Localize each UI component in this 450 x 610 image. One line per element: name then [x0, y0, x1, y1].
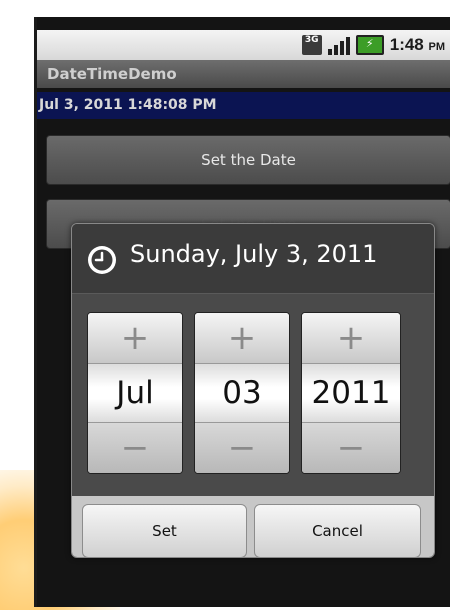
datetime-label: Jul 3, 2011 1:48:08 PM: [37, 92, 450, 119]
status-time: 1:48 PM: [390, 35, 445, 55]
day-increment-button[interactable]: +: [195, 313, 289, 364]
date-pickers: + Jul − + 03 − + 2011 −: [72, 294, 434, 496]
clock-icon: [88, 246, 116, 274]
cancel-button[interactable]: Cancel: [254, 504, 421, 557]
month-value[interactable]: Jul: [88, 364, 182, 422]
app-title-bar: DateTimeDemo: [37, 60, 450, 88]
signal-icon: [327, 35, 350, 55]
year-increment-button[interactable]: +: [302, 313, 400, 364]
day-value[interactable]: 03: [195, 364, 289, 422]
status-bar: 3G ⚡ 1:48 PM: [37, 30, 450, 60]
month-picker: + Jul −: [87, 312, 183, 474]
day-decrement-button[interactable]: −: [195, 422, 289, 473]
set-date-button[interactable]: Set the Date: [46, 135, 450, 185]
set-button[interactable]: Set: [82, 504, 247, 557]
dialog-footer: Set Cancel: [72, 496, 434, 557]
status-time-value: 1:48: [389, 35, 424, 54]
network-3g-icon: 3G: [301, 35, 322, 55]
year-value[interactable]: 2011: [302, 364, 400, 422]
year-picker: + 2011 −: [301, 312, 401, 474]
phone-screen: 3G ⚡ 1:48 PM DateTimeDemo Jul 3, 2011 1:…: [34, 17, 450, 607]
dialog-title: Sunday, July 3, 2011: [130, 240, 378, 268]
dialog-header: Sunday, July 3, 2011: [72, 224, 434, 294]
day-picker: + 03 −: [194, 312, 290, 474]
date-picker-dialog: Sunday, July 3, 2011 + Jul − + 03 − + 20…: [71, 223, 435, 558]
status-ampm: PM: [428, 41, 446, 53]
month-decrement-button[interactable]: −: [88, 422, 182, 473]
network-badge-text: 3G: [304, 35, 319, 45]
year-decrement-button[interactable]: −: [302, 422, 400, 473]
month-increment-button[interactable]: +: [88, 313, 182, 364]
battery-charging-icon: ⚡: [355, 35, 384, 55]
